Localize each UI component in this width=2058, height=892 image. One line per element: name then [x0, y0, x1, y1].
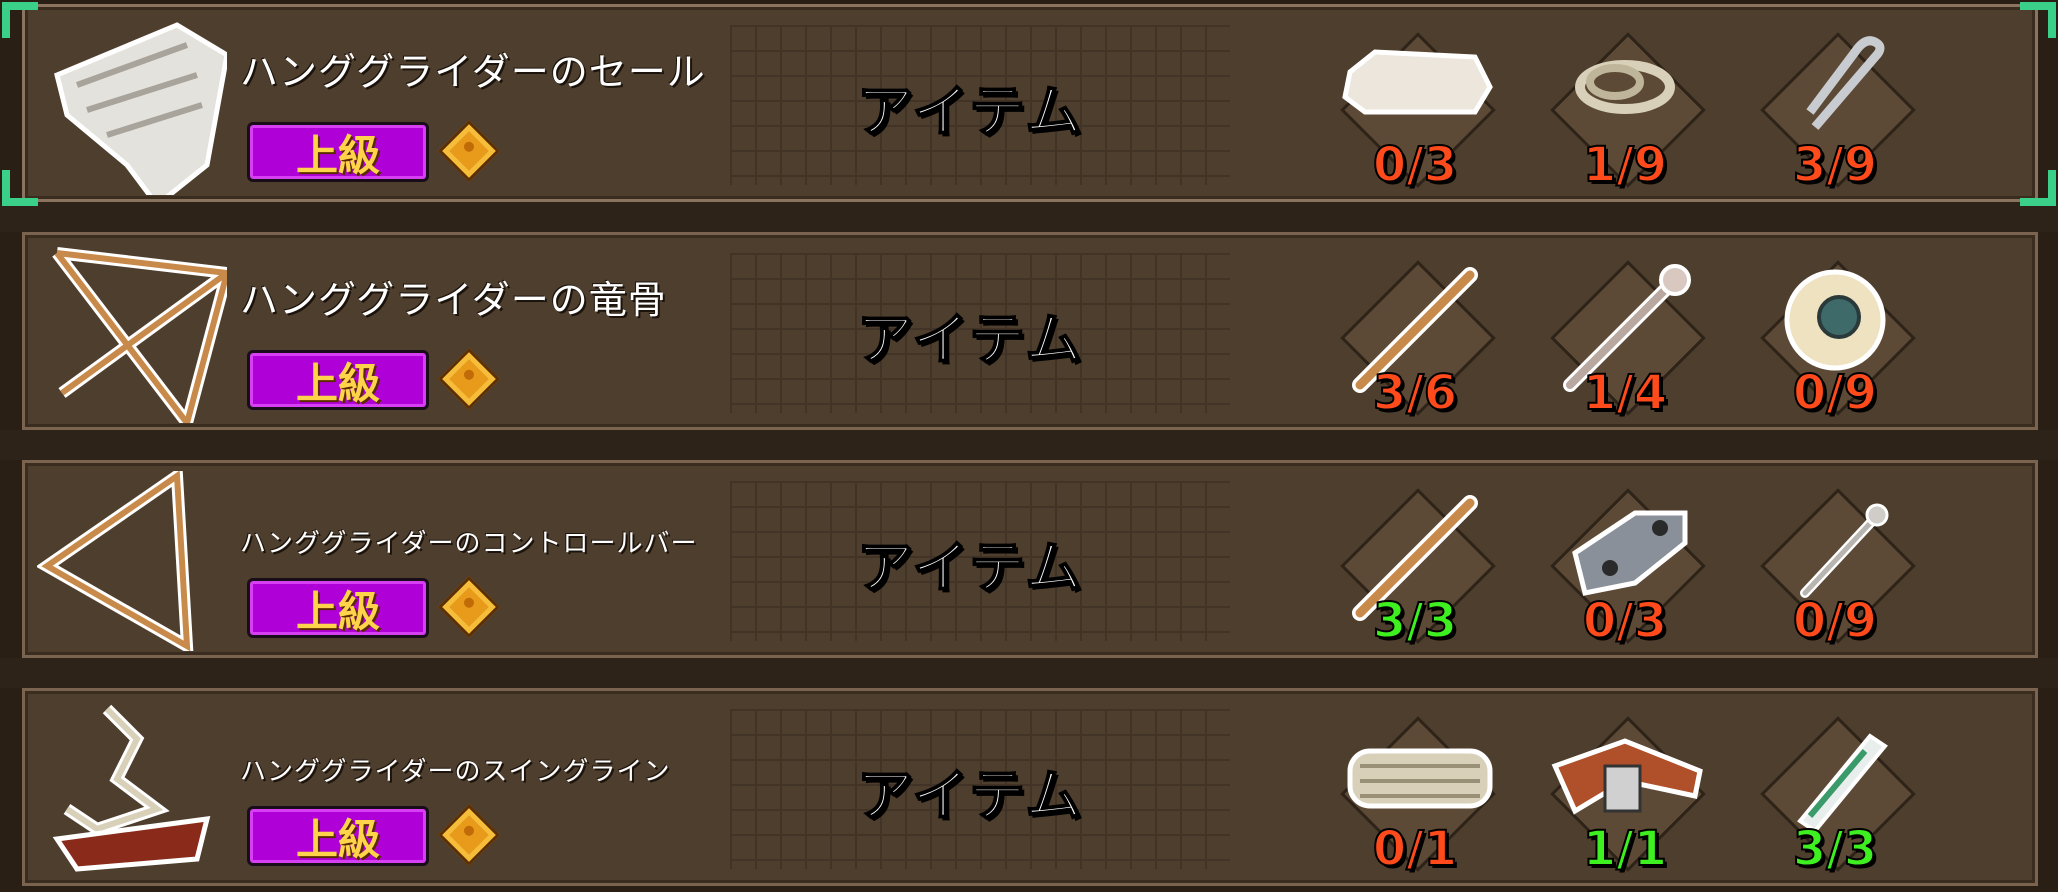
selection-corner-icon	[2, 2, 38, 38]
cloth-icon	[1342, 49, 1493, 115]
material-count: 3/6	[1372, 364, 1458, 422]
glider-sail-icon	[37, 15, 230, 209]
material-slot[interactable]: 3/9	[1745, 17, 1925, 197]
category-label: アイテム	[856, 763, 1084, 830]
material-count: 0/3	[1372, 136, 1458, 194]
recipe-row[interactable]: ハンググライダーのコントロールバー 上級 アイテム 3/3 0/3 0/9	[22, 460, 2038, 658]
material-slot[interactable]: 0/9	[1745, 473, 1925, 653]
material-slot[interactable]: 3/6	[1325, 245, 1505, 425]
glider-control-bar-icon	[35, 464, 227, 657]
grade-badge: 上級	[247, 578, 429, 638]
category-label: アイテム	[856, 535, 1084, 602]
material-count: 0/1	[1372, 820, 1458, 878]
material-slot[interactable]: 0/9	[1745, 245, 1925, 425]
glider-swing-line-icon	[37, 699, 227, 879]
material-count: 1/9	[1582, 136, 1668, 194]
material-slot[interactable]: 1/9	[1535, 17, 1715, 197]
gem-icon	[437, 119, 501, 183]
row-separator	[0, 430, 2058, 460]
material-slot[interactable]: 0/3	[1325, 17, 1505, 197]
clip-icon	[1806, 36, 1885, 130]
category-label: アイテム	[856, 79, 1084, 146]
material-count: 0/3	[1582, 592, 1668, 650]
material-count: 0/9	[1792, 592, 1878, 650]
material-slot[interactable]: 1/4	[1535, 245, 1715, 425]
row-separator	[0, 658, 2058, 688]
category-label: アイテム	[856, 307, 1084, 374]
grade-badge: 上級	[247, 350, 429, 410]
item-name: ハンググライダーのセール	[240, 50, 706, 94]
material-slot[interactable]: 1/1	[1535, 701, 1715, 881]
gem-icon	[437, 347, 501, 411]
material-slot[interactable]: 3/3	[1745, 701, 1925, 881]
grade-badge: 上級	[247, 122, 429, 182]
selection-corner-icon	[2020, 2, 2056, 38]
material-count: 0/9	[1792, 364, 1878, 422]
gem-icon	[437, 803, 501, 867]
selection-corner-icon	[2020, 170, 2056, 206]
item-name: ハンググライダーの竜骨	[240, 278, 667, 322]
material-slot[interactable]: 0/1	[1325, 701, 1505, 881]
row-separator	[0, 202, 2058, 232]
gem-icon	[437, 575, 501, 639]
selection-corner-icon	[2, 170, 38, 206]
material-count: 3/3	[1792, 820, 1878, 878]
item-name: ハンググライダーのコントロールバー	[240, 529, 698, 559]
material-count: 1/4	[1582, 364, 1668, 422]
material-slot[interactable]: 3/3	[1325, 473, 1505, 653]
grade-badge: 上級	[247, 806, 429, 866]
rope-icon	[1575, 60, 1675, 114]
recipe-row[interactable]: ハンググライダーのセール 上級 アイテム 0/3 1/9 3/9	[22, 4, 2038, 209]
material-count: 3/3	[1372, 592, 1458, 650]
item-name: ハンググライダーのスイングライン	[240, 757, 671, 787]
recipe-row[interactable]: ハンググライダーのスイングライン 上級 アイテム 0/1 1/1 3/3	[22, 688, 2038, 886]
material-count: 1/1	[1582, 820, 1668, 878]
recipe-row[interactable]: ハンググライダーの竜骨 上級 アイテム 3/6 1/4 0/9	[22, 232, 2038, 430]
material-slot[interactable]: 0/3	[1535, 473, 1715, 653]
material-count: 3/9	[1792, 136, 1878, 194]
glider-keel-icon	[37, 243, 235, 427]
